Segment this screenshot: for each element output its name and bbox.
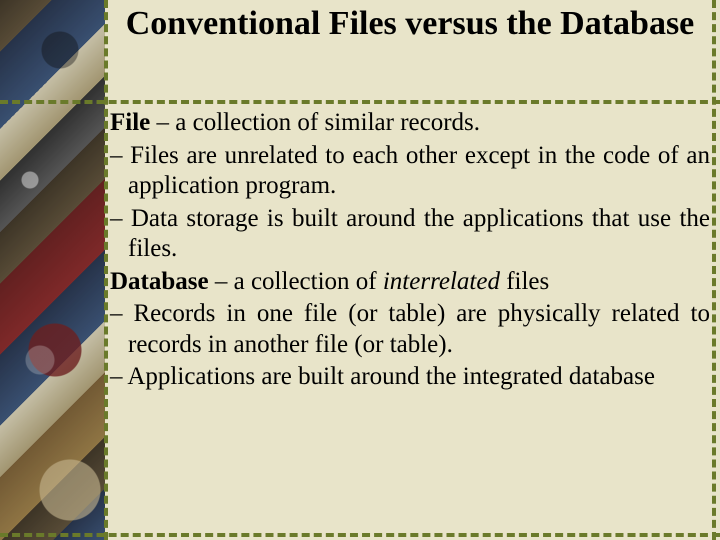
slide-body: File – a collection of similar records. … <box>110 108 710 395</box>
dashed-border-mid <box>0 100 720 104</box>
database-bullet-2: – Applications are built around the inte… <box>110 362 710 393</box>
file-bullet-2: – Data storage is built around the appli… <box>110 204 710 265</box>
database-definition: Database – a collection of interrelated … <box>110 267 710 298</box>
database-def-suffix: files <box>500 268 549 295</box>
dashed-border-bottom <box>0 533 720 537</box>
database-bullet-1: – Records in one file (or table) are phy… <box>110 299 710 360</box>
dashed-border-right <box>712 0 716 540</box>
file-definition: File – a collection of similar records. <box>110 108 710 139</box>
file-def-text: – a collection of similar records. <box>150 109 480 136</box>
file-bullet-1: – Files are unrelated to each other exce… <box>110 141 710 202</box>
database-term: Database <box>110 268 209 295</box>
database-def-em: interrelated <box>383 268 500 295</box>
slide-title: Conventional Files versus the Database <box>110 4 710 43</box>
database-def-prefix: – a collection of <box>209 268 383 295</box>
slide: Conventional Files versus the Database F… <box>0 0 720 540</box>
decorative-left-strip <box>0 0 105 540</box>
file-term: File <box>110 109 150 136</box>
